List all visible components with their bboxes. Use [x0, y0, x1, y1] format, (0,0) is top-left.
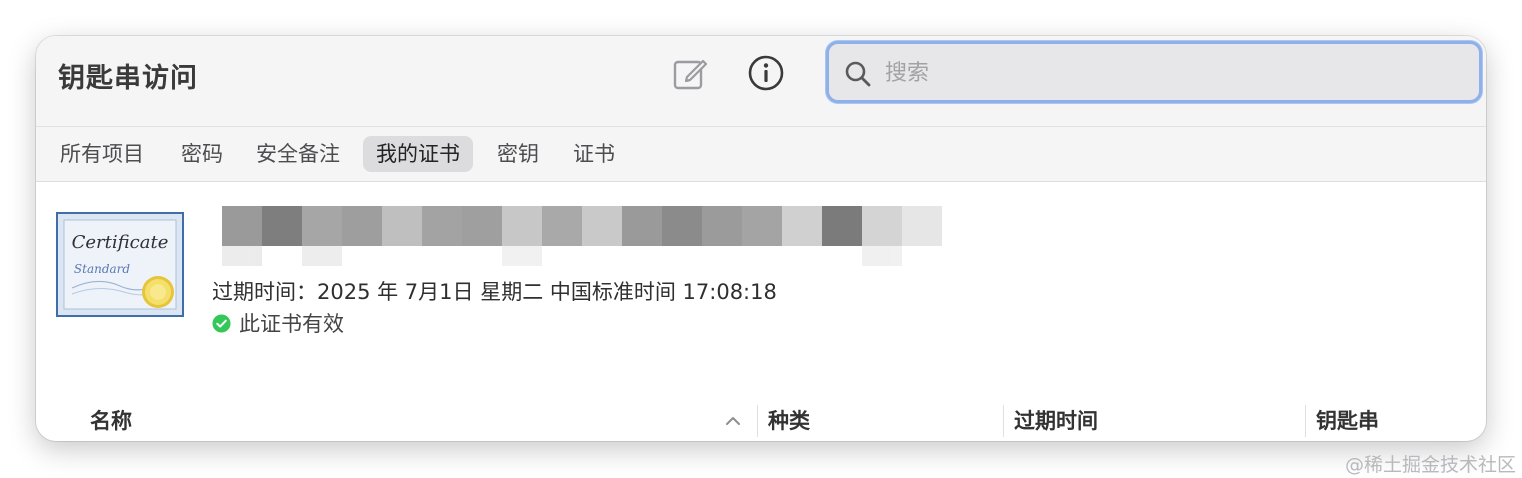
- table-header: 名称 种类 过期时间 钥匙串: [36, 400, 1486, 441]
- column-header-name[interactable]: 名称: [90, 400, 132, 441]
- watermark: @稀土掘金技术社区: [1344, 454, 1516, 476]
- checkmark-circle-icon: [212, 313, 231, 333]
- search-icon: [845, 61, 871, 87]
- certificate-icon-title: Certificate: [72, 232, 169, 253]
- app-title: 钥匙串访问: [58, 63, 198, 94]
- column-divider[interactable]: [1003, 405, 1004, 437]
- info-button[interactable]: [746, 53, 786, 93]
- certificate-status: 此证书有效: [212, 308, 344, 338]
- column-divider[interactable]: [1305, 405, 1306, 437]
- certificate-expiry: 过期时间：2025 年 7月1日 星期二 中国标准时间 17:08:18: [212, 280, 777, 304]
- certificate-status-text: 此证书有效: [239, 312, 344, 336]
- search-field[interactable]: [826, 41, 1482, 103]
- column-header-kind[interactable]: 种类: [768, 400, 810, 441]
- certificate-icon-subtitle: Standard: [74, 262, 130, 276]
- keychain-window: 钥匙串访问 所有项目 密码 安全备注 我的证书 密钥: [36, 36, 1486, 441]
- sort-ascending-icon[interactable]: [724, 414, 742, 428]
- certificate-icon: Certificate Standard: [56, 212, 184, 317]
- toolbar: 钥匙串访问: [36, 36, 1486, 126]
- search-input[interactable]: [883, 54, 1457, 92]
- tab-my-certificates[interactable]: 我的证书: [363, 136, 473, 172]
- tab-secure-notes[interactable]: 安全备注: [243, 136, 353, 172]
- tab-keys[interactable]: 密钥: [484, 136, 552, 172]
- redacted-certificate-name: [222, 206, 942, 246]
- column-header-expiry[interactable]: 过期时间: [1014, 400, 1098, 441]
- tab-passwords[interactable]: 密码: [168, 136, 236, 172]
- redacted-certificate-issuer: [222, 246, 902, 266]
- column-divider[interactable]: [757, 405, 758, 437]
- compose-icon: [673, 59, 708, 90]
- info-icon: [748, 55, 784, 91]
- category-tabs: 所有项目 密码 安全备注 我的证书 密钥 证书: [36, 126, 1486, 182]
- column-header-keychain[interactable]: 钥匙串: [1316, 400, 1379, 441]
- tab-all-items[interactable]: 所有项目: [47, 136, 157, 172]
- compose-button[interactable]: [670, 53, 710, 93]
- tab-certificates[interactable]: 证书: [560, 136, 628, 172]
